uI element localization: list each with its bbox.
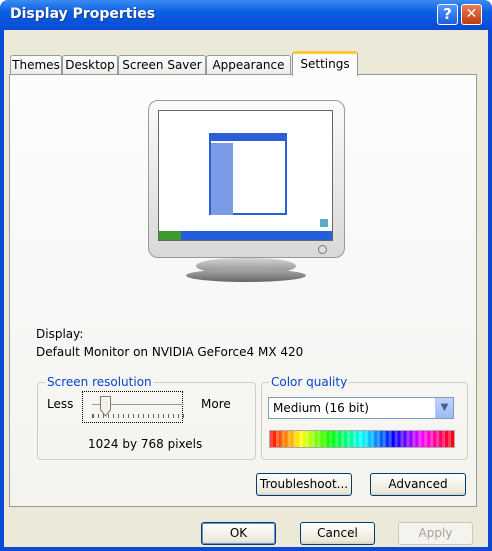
- chevron-down-icon[interactable]: ▼: [435, 398, 453, 418]
- resolution-slider-thumb[interactable]: [100, 396, 111, 417]
- color-quality-value: Medium (16 bit): [273, 401, 369, 415]
- monitor-preview: [148, 100, 345, 260]
- color-quality-label: Color quality: [269, 375, 350, 389]
- more-label: More: [201, 397, 231, 411]
- power-led-icon: [318, 245, 327, 254]
- tab-settings[interactable]: Settings: [292, 51, 358, 76]
- window-title: Display Properties: [10, 6, 156, 22]
- troubleshoot-button[interactable]: Troubleshoot...: [256, 473, 352, 496]
- resolution-value: 1024 by 768 pixels: [88, 437, 203, 451]
- slider-focus-rect: [82, 391, 183, 423]
- preview-window-image: [209, 133, 287, 215]
- close-button[interactable]: ✕: [461, 4, 482, 25]
- color-quality-select[interactable]: Medium (16 bit) ▼: [268, 397, 454, 419]
- tab-appearance[interactable]: Appearance: [206, 55, 291, 75]
- monitor-stand-base: [186, 269, 306, 282]
- help-button[interactable]: ?: [437, 4, 458, 25]
- color-quality-group: Color quality: [261, 375, 468, 460]
- ok-button[interactable]: OK: [201, 522, 276, 545]
- preview-recycle-icon: [320, 219, 328, 227]
- less-label: Less: [47, 397, 74, 411]
- preview-taskbar: [159, 231, 332, 240]
- cancel-button[interactable]: Cancel: [300, 522, 375, 545]
- apply-button[interactable]: Apply: [398, 522, 473, 545]
- screen-resolution-label: Screen resolution: [45, 375, 154, 389]
- preview-start-button: [159, 231, 181, 240]
- display-value: Default Monitor on NVIDIA GeForce4 MX 42…: [36, 345, 304, 359]
- title-bar[interactable]: Display Properties ? ✕: [0, 0, 492, 30]
- color-palette-bar: [269, 430, 455, 448]
- advanced-button[interactable]: Advanced: [370, 473, 466, 496]
- monitor-screen: [158, 110, 333, 241]
- tab-screen-saver[interactable]: Screen Saver: [118, 55, 206, 75]
- display-label: Display:: [36, 327, 84, 341]
- tab-desktop[interactable]: Desktop: [62, 55, 118, 75]
- tab-themes[interactable]: Themes: [10, 55, 62, 75]
